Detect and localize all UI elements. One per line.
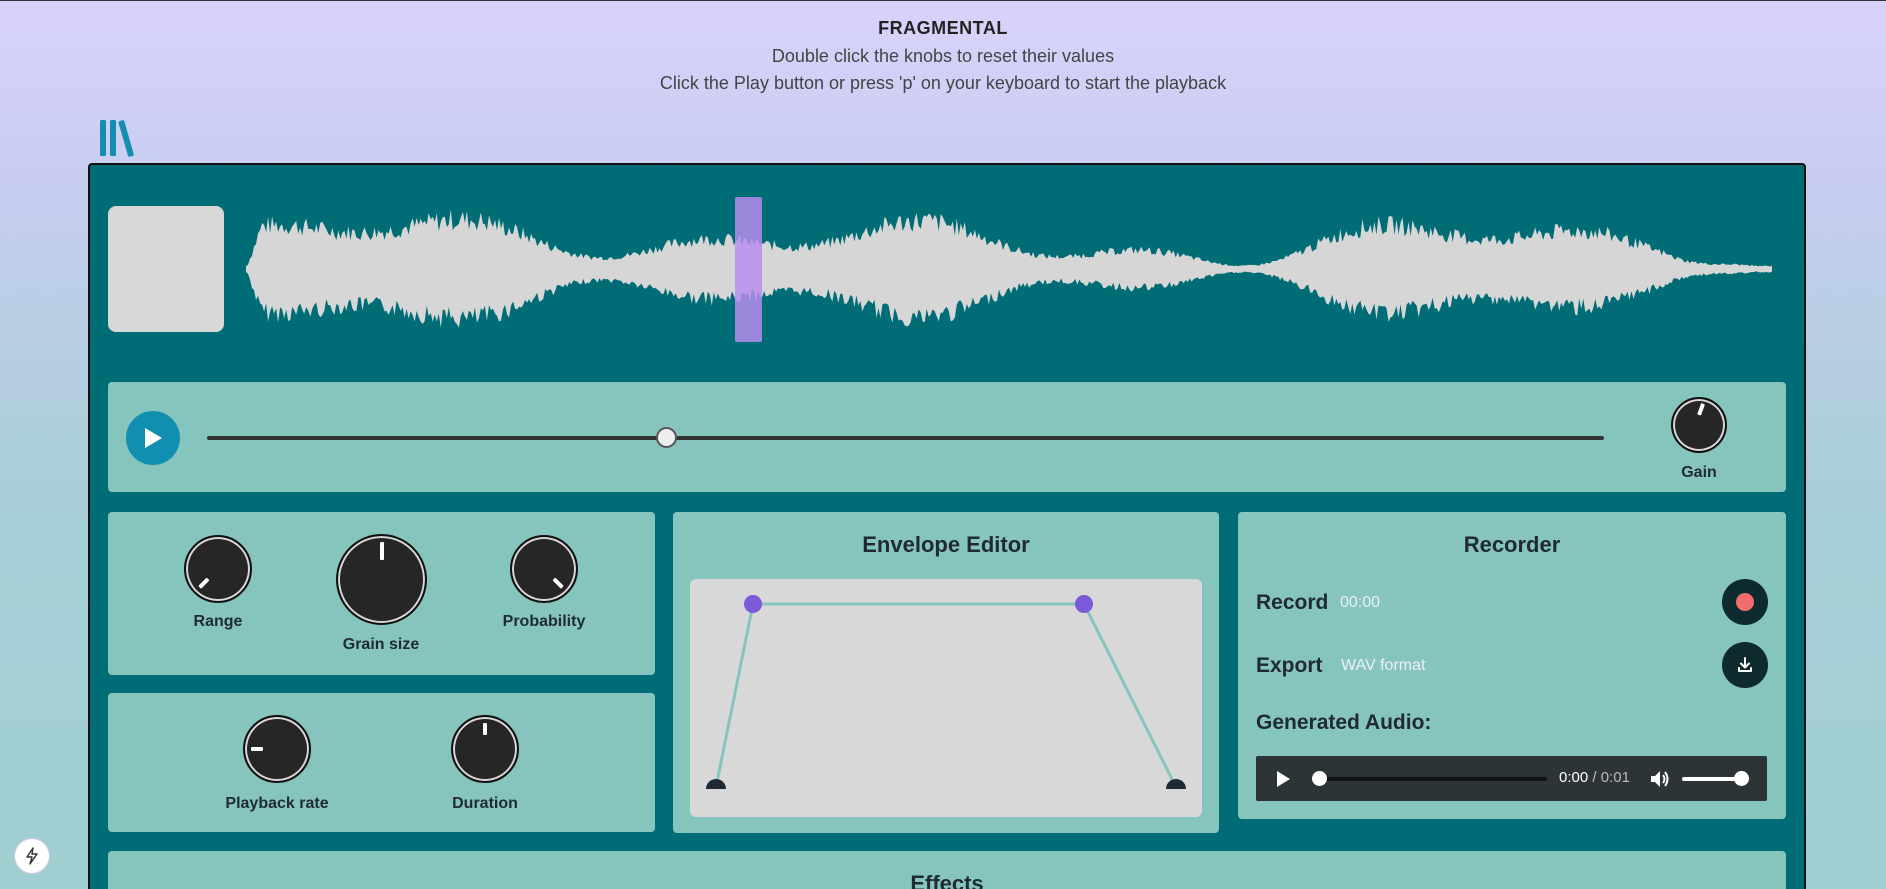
range-knob[interactable] bbox=[184, 535, 252, 603]
probability-knob[interactable] bbox=[510, 535, 578, 603]
envelope-graph[interactable] bbox=[690, 579, 1202, 817]
gain-label: Gain bbox=[1681, 464, 1717, 481]
playback-panel bbox=[108, 693, 655, 832]
playback-slider[interactable] bbox=[207, 436, 1604, 440]
player-total-time: 0:01 bbox=[1600, 769, 1630, 786]
library-icon[interactable] bbox=[98, 118, 138, 158]
playback-rate-knob[interactable] bbox=[243, 715, 311, 783]
range-label: Range bbox=[193, 613, 243, 630]
player-separator: / bbox=[1588, 769, 1601, 786]
waveform[interactable] bbox=[246, 196, 1772, 346]
grain-size-label: Grain size bbox=[342, 636, 420, 653]
export-button[interactable] bbox=[1722, 642, 1768, 688]
envelope-attack-point bbox=[744, 595, 762, 613]
record-button[interactable] bbox=[1722, 579, 1768, 625]
audio-player: 0:00 / 0:01 bbox=[1256, 756, 1767, 801]
envelope-end-handle bbox=[1166, 779, 1186, 789]
duration-knob[interactable] bbox=[451, 715, 519, 783]
play-button[interactable] bbox=[126, 411, 180, 465]
record-icon bbox=[1736, 593, 1754, 611]
envelope-release-point bbox=[1075, 595, 1093, 613]
envelope-start-handle bbox=[706, 779, 726, 789]
download-icon bbox=[1738, 657, 1752, 672]
player-progress-thumb[interactable] bbox=[1312, 771, 1327, 786]
probability-label: Probability bbox=[502, 613, 586, 630]
playback-rate-label: Playback rate bbox=[225, 795, 329, 812]
recorder-title: Recorder bbox=[1463, 532, 1561, 557]
effects-title: Effects bbox=[910, 871, 984, 889]
player-current-time: 0:00 bbox=[1559, 769, 1589, 786]
play-icon bbox=[145, 428, 162, 448]
player-progress-track[interactable] bbox=[1314, 777, 1547, 781]
playback-slider-thumb[interactable] bbox=[656, 427, 677, 448]
export-label: Export bbox=[1256, 654, 1323, 677]
record-timer: 00:00 bbox=[1340, 594, 1381, 611]
generated-audio-label: Generated Audio: bbox=[1256, 711, 1432, 734]
export-format: WAV format bbox=[1341, 657, 1426, 674]
record-label: Record bbox=[1256, 591, 1329, 614]
app-title: FRAGMENTAL bbox=[878, 18, 1008, 38]
grain-selection[interactable] bbox=[735, 197, 762, 342]
bolt-icon bbox=[26, 847, 38, 865]
volume-icon[interactable] bbox=[1649, 769, 1671, 789]
bolt-button[interactable] bbox=[14, 838, 50, 874]
sample-thumbnail[interactable] bbox=[108, 206, 224, 332]
player-time: 0:00 / 0:01 bbox=[1559, 769, 1630, 786]
player-play-icon[interactable] bbox=[1275, 770, 1291, 788]
instruction-reset: Double click the knobs to reset their va… bbox=[771, 46, 1115, 66]
grain-size-knob[interactable] bbox=[336, 534, 427, 625]
duration-label: Duration bbox=[452, 795, 518, 812]
instruction-play: Click the Play button or press 'p' on yo… bbox=[659, 73, 1227, 93]
player-volume-thumb[interactable] bbox=[1734, 771, 1749, 786]
gain-knob[interactable] bbox=[1671, 397, 1727, 453]
envelope-title: Envelope Editor bbox=[862, 532, 1030, 557]
